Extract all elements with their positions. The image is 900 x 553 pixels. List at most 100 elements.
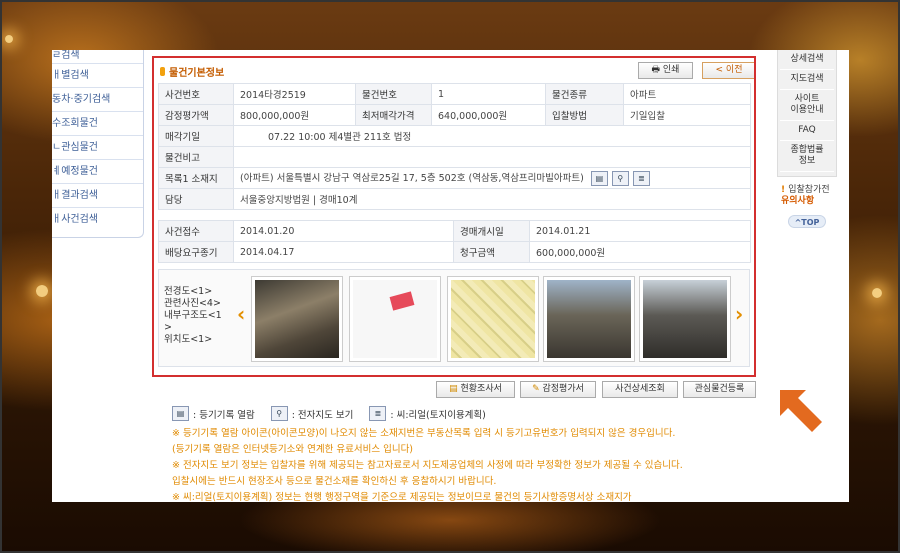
print-label: 인쇄 [662,65,680,75]
sidebar-item[interactable]: ㅐ결과검색 [52,184,143,208]
print-button[interactable]: 🖶 인쇄 [638,62,693,79]
schedule-table: 사건접수 2014.01.20 경매개시일 2014.01.21 배당요구종기 … [158,220,751,263]
notice-line: ※ 전자지도 보기 정보는 입찰자를 위해 제공되는 참고자료로서 지도제공업체… [172,460,683,471]
auction-start-value: 2014.01.21 [529,220,751,242]
address-cell: (아파트) 서울특별시 강남구 역삼로25길 17, 5층 502호 (역삼동,… [233,167,751,189]
appraisal-doc-label: 감정평가서 [542,384,584,394]
menu-site-guide[interactable]: 사이트 이용안내 [780,90,834,121]
section-title: 물건기본정보 [169,67,225,79]
survey-label: 현황조사서 [460,384,502,394]
street-lamp [5,35,13,43]
manager-value: 서울중앙지방법원 | 경매10계 [233,188,751,210]
table-row: 목록1 소재지 (아파트) 서울특별시 강남구 역삼로25길 17, 5층 50… [158,167,751,189]
sidebar-item[interactable]: ㄴ관심물건 [52,136,143,160]
notice-text: ※ 등기기록 열람 아이콘(아이콘모양)이 나오지 않는 소재지번은 부동산목록… [172,426,772,502]
registry-icon: ▤ [172,406,189,421]
printer-icon: 🖶 [651,65,663,75]
appraisal-label: 감정평가액 [158,104,234,126]
menu-detail-search[interactable]: 상세검색 [780,50,834,70]
min-price-label: 최저매각가격 [355,104,432,126]
legend-registry: : 등기기록 열람 [193,409,255,421]
item-type: 아파트 [623,83,751,105]
dividend-end-label: 배당요구종기 [158,241,234,263]
photo-thumbnail[interactable] [543,276,635,362]
caution-line: 유의사항 [781,196,815,206]
bullet-icon [160,66,165,76]
notice-line: ※ 씨:리얼(토지이용계획) 정보는 현행 행정구역을 기준으로 제공되는 정보… [172,492,632,502]
prev-photo-arrow-icon[interactable]: ‹ [237,302,245,326]
document-icon: ▤ [449,384,461,394]
info-table: 사건번호 2014타경2519 물건번호 1 물건종류 아파트 감정평가액 80… [158,83,751,210]
sidebar-item[interactable]: 수조회물건 [52,112,143,136]
caution-line: 입찰참가전 [788,185,830,195]
survey-button[interactable]: ▤ 현황조사서 [436,381,515,398]
photo-gallery: 전경도<1> 관련사진<4> 내부구조도<1 > 위치도<1> ‹ › [158,269,750,367]
table-row: 물건비고 [158,146,751,168]
photo-thumbnail[interactable] [349,276,441,362]
photo-thumbnail[interactable] [447,276,539,362]
alley-photo [643,280,727,358]
legend-real: : 씨:리얼(토지이용계획) [390,409,486,421]
real-icon: ≣ [369,406,387,421]
received-label: 사건접수 [158,220,234,242]
case-no-label: 사건번호 [158,83,234,105]
action-buttons: ▤ 현황조사서 ✎ 감정평가서 사건상세조회 관심물건등록 [152,381,756,399]
photo-thumbnail[interactable] [251,276,343,362]
sidebar-item[interactable]: ㅖ예정물건 [52,160,143,184]
photo-category[interactable]: 내부구조도<1 [164,310,236,322]
notice-line: (등기기록 열람은 인터넷등기소와 연계한 유료서비스 입니다) [172,444,414,455]
legend-map: : 전자지도 보기 [291,409,354,421]
section-header: 물건기본정보 [160,63,224,79]
received-value: 2014.01.20 [233,220,454,242]
sidebar-item[interactable]: ㄹ검색 [52,50,143,64]
browser-screenshot: ㄹ검색 ㅐ별검색 동차·중기검색 수조회물건 ㄴ관심물건 ㅖ예정물건 ㅐ결과검색… [52,50,849,502]
street-photo [547,280,631,358]
icon-legend: ▤ : 등기기록 열람 ⚲ : 전자지도 보기 ≣ : 씨:리얼(토지이용계획) [172,406,486,421]
bid-method-value: 기일입찰 [623,104,751,126]
street-lamp [872,288,882,298]
table-row: 사건접수 2014.01.20 경매개시일 2014.01.21 [158,220,751,242]
appraisal-doc-button[interactable]: ✎ 감정평가서 [520,381,596,398]
sidebar-item[interactable]: 동차·중기검색 [52,88,143,112]
table-row: 담당 서울중앙지방법원 | 경매10계 [158,188,751,210]
note-label: 물건비고 [158,146,234,168]
notice-line: 입찰시에는 반드시 현장조사 등으로 물건소재를 확인하신 후 응찰하시기 바랍… [172,476,497,487]
top-button[interactable]: ^TOP [788,215,826,228]
address-value: (아파트) 서울특별시 강남구 역삼로25길 17, 5층 502호 (역삼동,… [240,173,584,184]
case-no: 2014타경2519 [233,83,356,105]
location-map-photo [451,280,535,358]
appraisal-value: 800,000,000원 [233,104,356,126]
address-label: 목록1 소재지 [158,167,234,189]
note-value [233,146,751,168]
caution-link[interactable]: ! 입찰참가전 유의사항 [777,185,837,207]
notice-line: ※ 등기기록 열람 아이콘(아이콘모양)이 나오지 않는 소재지번은 부동산목록… [172,428,676,439]
case-detail-button[interactable]: 사건상세조회 [602,381,678,398]
address-icons: ▤ ⚲ ≣ [590,171,650,186]
sale-date-value: 07.22 10:00 제4별관 211호 법정 [233,125,751,147]
sale-date-label: 매각기일 [158,125,234,147]
photo-category[interactable]: 전경도<1> [164,286,236,298]
registry-icon[interactable]: ▤ [590,171,608,186]
photo-category[interactable]: 위치도<1> [164,334,236,346]
table-row: 배당요구종기 2014.04.17 청구금액 600,000,000원 [158,241,751,263]
menu-faq[interactable]: FAQ [780,121,834,141]
menu-legal-info[interactable]: 종합법률 정보 [780,141,834,172]
prev-button[interactable]: < 이전 [702,62,756,79]
item-no-label: 물건번호 [355,83,432,105]
next-photo-arrow-icon[interactable]: › [735,302,743,326]
map-icon[interactable]: ⚲ [611,171,629,186]
photo-category[interactable]: > [164,322,236,334]
sidebar-item[interactable]: ㅐ사건검색 [52,208,143,232]
min-price-value: 640,000,000원 [431,104,546,126]
photo-category-list: 전경도<1> 관련사진<4> 내부구조도<1 > 위치도<1> [164,286,236,346]
menu-map-search[interactable]: 지도검색 [780,70,834,90]
photo-thumbnail[interactable] [639,276,731,362]
photo-category[interactable]: 관련사진<4> [164,298,236,310]
building-photo [255,280,339,358]
sidebar-item[interactable]: ㅐ별검색 [52,64,143,88]
interest-button[interactable]: 관심물건등록 [683,381,756,398]
real-icon[interactable]: ≣ [632,171,650,186]
item-no: 1 [431,83,546,105]
dividend-end-value: 2014.04.17 [233,241,454,263]
claim-value: 600,000,000원 [529,241,751,263]
